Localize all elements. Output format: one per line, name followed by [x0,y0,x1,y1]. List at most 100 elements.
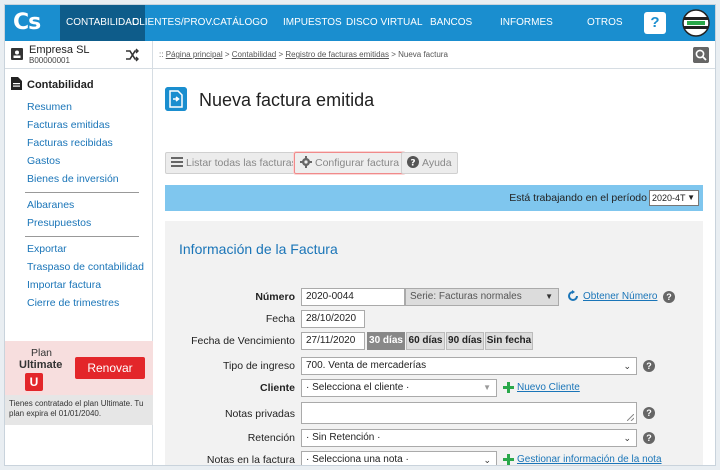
notas-help-icon[interactable]: ? [643,407,655,419]
caret-down-icon: ▼ [545,292,553,301]
plan-badge: U [25,373,43,391]
cliente-select[interactable]: · Selecciona el cliente · ▼ [301,379,497,397]
list-invoices-button[interactable]: Listar todas las facturas [165,152,303,174]
plan-label: Plan [31,347,53,359]
invoice-info-title: Información de la Factura [179,241,338,257]
notas-privadas-textarea[interactable] [301,402,637,424]
top-nav: Cs CONTABILIDAD CLIENTES/PROV. CATÁLOGO … [5,5,715,41]
breadcrumb-current: Nueva factura [398,50,448,59]
company-icon [11,48,23,60]
help-toolbar-label: Ayuda [422,157,452,169]
chevron-down-icon: ▼ [687,193,695,202]
sidebar-item-resumen[interactable]: Resumen [27,101,72,113]
company-code: B00000001 [29,56,70,65]
nav-informes[interactable]: INFORMES [500,5,553,41]
nav-bancos[interactable]: BANCOS [430,5,472,41]
help-toolbar-button[interactable]: ? Ayuda [401,152,458,174]
gestionar-nota-link[interactable]: Gestionar información de la nota [517,454,662,465]
chevron-down-icon: ⌄ [483,455,491,465]
configure-invoice-button[interactable]: Configurar factura [294,152,406,174]
sidebar-section-title: Contabilidad [11,77,94,91]
invoice-export-icon [165,87,187,111]
retencion-value: · Sin Retención · [306,432,381,443]
resize-handle-icon[interactable] [627,414,634,421]
numero-input[interactable]: 2020-0044 [301,288,405,306]
company-name: Empresa SL [29,44,90,56]
nav-clientes[interactable]: CLIENTES/PROV. [132,5,214,41]
serie-select[interactable]: Serie: Facturas normales ▼ [405,288,559,306]
obtener-numero-link[interactable]: Obtener Número [583,291,657,302]
numero-label: Número [255,291,295,303]
retencion-label: Retención [247,432,295,444]
document-icon [11,77,22,90]
app-logo[interactable]: Cs [13,9,53,37]
chevron-down-icon: ⌄ [623,433,631,443]
breadcrumb: :: Página principal > Contabilidad > Reg… [159,50,448,59]
vencimiento-input[interactable]: 27/11/2020 [301,332,365,350]
tipo-ingreso-select[interactable]: 700. Venta de mercaderías ⌄ [301,357,637,375]
plan-box: Plan Ultimate U Renovar [5,341,153,395]
sidebar-item-bienes-inversion[interactable]: Bienes de inversión [27,173,119,185]
period-bar: Está trabajando en el período 2020-4T ▼ [165,185,703,211]
retencion-select[interactable]: · Sin Retención · ⌄ [301,429,637,447]
chevron-down-icon: ⌄ [623,361,631,371]
breadcrumb-contabilidad[interactable]: Contabilidad [232,50,276,59]
help-button[interactable]: ? [644,12,666,34]
user-avatar-icon[interactable] [681,9,711,37]
svg-text:?: ? [410,159,415,169]
sidebar-item-facturas-emitidas[interactable]: Facturas emitidas [27,119,110,131]
notas-factura-select[interactable]: · Selecciona una nota · ⌄ [301,451,497,465]
tipo-help-icon[interactable]: ? [643,360,655,372]
period-text: Está trabajando en el período [509,192,647,204]
shuffle-icon[interactable] [125,48,139,62]
vencimiento-sin-fecha-button[interactable]: Sin fecha [485,332,533,350]
vencimiento-30-button[interactable]: 30 días [367,332,405,350]
nav-disco-virtual[interactable]: DISCO VIRTUAL [346,5,423,41]
sidebar-item-presupuestos[interactable]: Presupuestos [27,217,91,229]
fecha-input[interactable]: 28/10/2020 [301,310,365,328]
nav-otros[interactable]: OTROS [587,5,623,41]
app-window: Cs CONTABILIDAD CLIENTES/PROV. CATÁLOGO … [4,4,716,466]
plus-icon[interactable] [503,382,514,393]
sidebar-item-cierre-trimestres[interactable]: Cierre de trimestres [27,297,119,309]
caret-down-icon: ▼ [483,383,491,392]
cliente-value: · Selecciona el cliente · [306,382,410,393]
sidebar-item-importar-factura[interactable]: Importar factura [27,279,101,291]
gear-icon [300,156,312,168]
company-switcher[interactable]: Empresa SL B00000001 [5,41,153,69]
invoice-info-panel: Información de la Factura Número 2020-00… [165,221,703,466]
vencimiento-90-button[interactable]: 90 días [446,332,484,350]
sidebar-item-exportar[interactable]: Exportar [27,243,67,255]
sidebar-section-label: Contabilidad [27,79,94,91]
sidebar-item-facturas-recibidas[interactable]: Facturas recibidas [27,137,113,149]
notas-factura-label: Notas en la factura [206,454,295,466]
question-icon: ? [407,156,419,168]
search-icon[interactable] [693,47,709,63]
numero-help-icon[interactable]: ? [663,291,675,303]
sidebar-item-gastos[interactable]: Gastos [27,155,60,167]
sidebar-item-albaranes[interactable]: Albaranes [27,199,74,211]
retencion-help-icon[interactable]: ? [643,432,655,444]
list-invoices-label: Listar todas las facturas [186,157,297,169]
serie-value: Serie: Facturas normales [410,291,522,302]
period-select[interactable]: 2020-4T ▼ [649,190,699,206]
tipo-ingreso-label: Tipo de ingreso [223,360,295,372]
vencimiento-label: Fecha de Vencimiento [191,335,295,347]
breadcrumb-home[interactable]: Página principal [166,50,223,59]
sidebar-divider [25,192,139,193]
plus-icon[interactable] [503,454,514,465]
renew-button[interactable]: Renovar [75,357,145,379]
breadcrumb-prefix: :: [159,50,164,59]
nav-impuestos[interactable]: IMPUESTOS [283,5,342,41]
tipo-ingreso-value: 700. Venta de mercaderías [306,360,427,371]
sidebar: Empresa SL B00000001 Contabilidad Resume… [5,41,153,465]
sidebar-item-traspaso[interactable]: Traspaso de contabilidad [27,261,144,273]
nav-catalogo[interactable]: CATÁLOGO [213,5,268,41]
nuevo-cliente-link[interactable]: Nuevo Cliente [517,382,580,393]
plan-note: Tienes contratado el plan Ultimate. Tu p… [5,395,153,425]
configure-invoice-label: Configurar factura [315,157,400,169]
refresh-icon[interactable] [567,290,579,302]
vencimiento-60-button[interactable]: 60 días [406,332,445,350]
breadcrumb-registro[interactable]: Registro de facturas emitidas [285,50,389,59]
sidebar-divider [25,236,139,237]
